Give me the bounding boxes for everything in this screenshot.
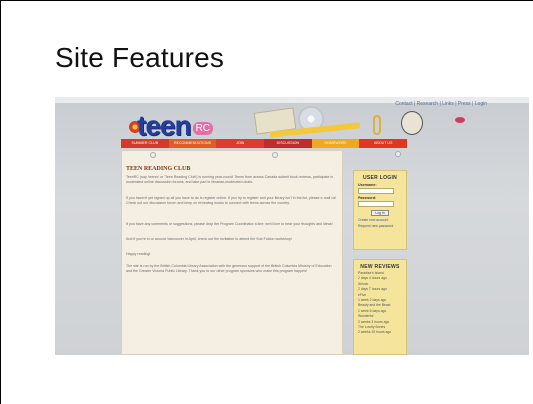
review-date: 2 days 4 hours ago xyxy=(358,276,387,281)
paragraph: If you have any comments or suggestions,… xyxy=(126,222,333,226)
review-title[interactable]: Airlock xyxy=(358,282,406,286)
pushpin-icon xyxy=(150,152,156,158)
login-button[interactable]: Log in xyxy=(371,210,389,216)
password-input[interactable] xyxy=(358,201,394,207)
paragraph: Happy reading! xyxy=(126,252,151,256)
review-title[interactable]: eFive xyxy=(358,293,406,297)
paperclip-icon xyxy=(373,115,381,135)
nav-tab[interactable]: RECOMMENDATIONS xyxy=(168,139,217,148)
pushpin-icon xyxy=(395,151,401,157)
paragraph: TeenRC (say 'teenrc' or 'Teen Reading Cl… xyxy=(126,175,334,184)
nav-tab[interactable]: ABOUT US xyxy=(359,139,408,148)
site-logo[interactable]: teen RC xyxy=(137,110,214,141)
main-nav: SUMMER CLUB RECOMMENDATIONS JOIN DISCUSS… xyxy=(121,139,408,148)
paragraph: And if you're in or around Vancouver in … xyxy=(126,237,292,241)
nav-tab[interactable]: HOMEWORK xyxy=(311,139,360,148)
logo-tag: RC xyxy=(192,122,214,135)
review-title[interactable]: Wonderful xyxy=(358,314,406,318)
reviews-title: NEW REVIEWS xyxy=(360,264,400,270)
review-title[interactable]: Paradise's Island xyxy=(358,271,406,275)
review-date: 1 week 2 days ago xyxy=(358,298,387,303)
logo-word: teen xyxy=(137,110,192,141)
slide-title: Site Features xyxy=(55,42,225,73)
face-icon xyxy=(401,111,423,135)
reviews-panel: NEW REVIEWS Paradise's Island 2 days 4 h… xyxy=(353,259,407,355)
nav-tab[interactable]: JOIN xyxy=(216,139,265,148)
review-date: 2 weeks 3 hours ago xyxy=(358,319,390,324)
review-title[interactable]: Beauty and the Beast xyxy=(358,303,406,307)
username-label: Username: xyxy=(358,183,377,187)
paragraph: The site is run by the British Columbia … xyxy=(126,264,332,273)
nav-tab[interactable]: DISCUSSION xyxy=(264,139,312,148)
utility-links[interactable]: Contact | Research | Links | Press | Log… xyxy=(395,101,487,107)
slide-border-left xyxy=(0,0,1,404)
password-label: Password: xyxy=(358,196,377,200)
review-date: 2 days 7 hours ago xyxy=(358,287,387,292)
slide-border-top xyxy=(0,0,533,1)
pushpin-icon xyxy=(272,152,278,158)
username-input[interactable] xyxy=(358,188,394,194)
lips-icon xyxy=(455,117,465,123)
login-title: USER LOGIN xyxy=(362,175,398,181)
review-title[interactable]: The Lovely Bones xyxy=(358,325,406,329)
main-heading: TEEN READING CLUB xyxy=(126,166,191,172)
login-panel: USER LOGIN Username: Password: Log in Cr… xyxy=(353,170,407,250)
website-screenshot: Contact | Research | Links | Press | Log… xyxy=(55,97,529,355)
create-account-link[interactable]: Create new account xyxy=(358,218,406,222)
review-date: 1 week 6 days ago xyxy=(358,308,387,313)
review-date: 2 weeks 19 hours ago xyxy=(358,330,392,335)
nav-tab[interactable]: SUMMER CLUB xyxy=(121,139,169,148)
request-password-link[interactable]: Request new password xyxy=(358,224,406,228)
main-content: TEEN READING CLUB TeenRC (say 'teenrc' o… xyxy=(121,150,343,355)
paragraph: If you haven't yet signed up all you hav… xyxy=(126,196,337,205)
